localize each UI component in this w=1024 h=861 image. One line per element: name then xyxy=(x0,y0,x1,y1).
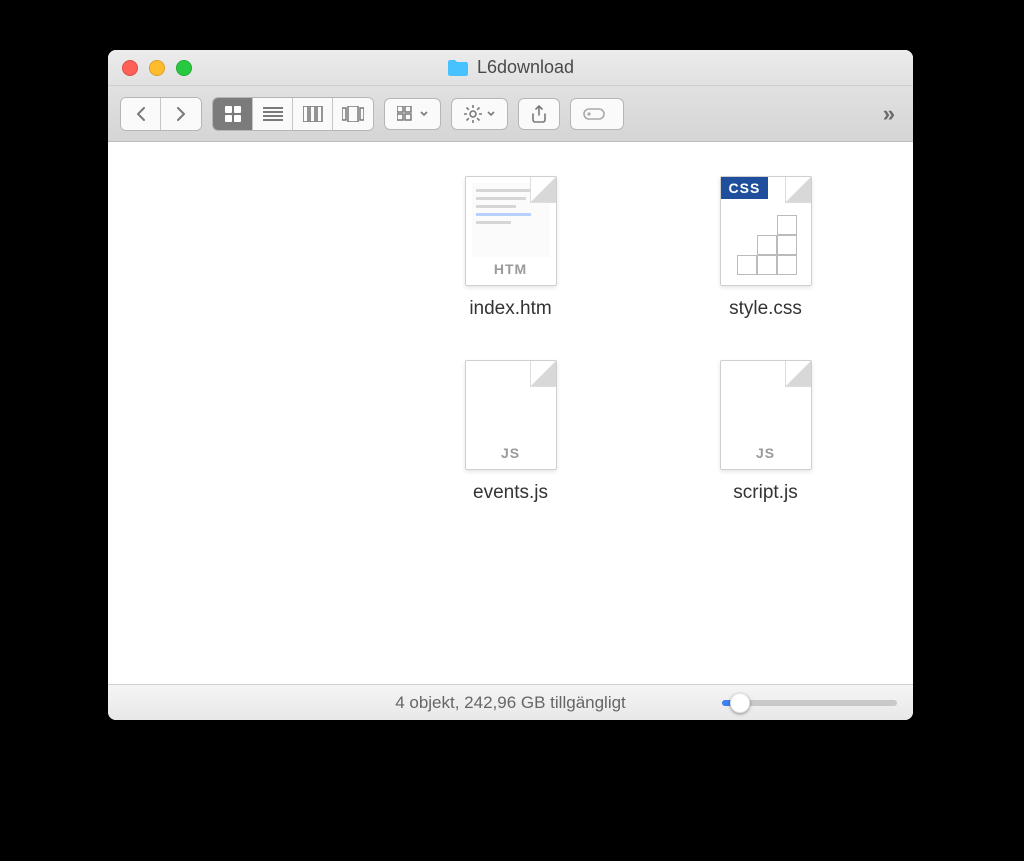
window-title: L6download xyxy=(108,57,913,78)
file-type-badge: JS xyxy=(501,445,520,461)
finder-window: L6download xyxy=(108,50,913,720)
arrange-icon xyxy=(397,106,415,122)
list-view-button[interactable] xyxy=(253,98,293,130)
tag-icon xyxy=(583,105,611,123)
file-type-badge: HTM xyxy=(494,261,527,277)
css-badge: CSS xyxy=(721,177,769,199)
file-grid[interactable]: HTM index.htm CSS xyxy=(108,142,913,684)
file-icon-js: JS xyxy=(465,360,557,470)
file-name: style.css xyxy=(729,298,802,320)
css-blocks-icon xyxy=(737,215,797,275)
file-icon-css: CSS xyxy=(720,176,812,286)
tags-button[interactable] xyxy=(570,98,624,130)
icon-view-button[interactable] xyxy=(213,98,253,130)
column-view-button[interactable] xyxy=(293,98,333,130)
file-name: events.js xyxy=(473,482,548,504)
forward-button[interactable] xyxy=(161,98,201,130)
share-button[interactable] xyxy=(518,98,560,130)
gear-icon xyxy=(464,105,482,123)
chevron-right-icon xyxy=(175,107,187,121)
icon-size-slider[interactable] xyxy=(722,700,897,706)
close-button[interactable] xyxy=(122,60,138,76)
window-title-text: L6download xyxy=(477,57,574,78)
list-icon xyxy=(263,107,283,121)
minimize-button[interactable] xyxy=(149,60,165,76)
view-mode-buttons xyxy=(212,97,374,131)
action-button[interactable] xyxy=(451,98,508,130)
file-item[interactable]: JS script.js xyxy=(666,360,866,504)
coverflow-icon xyxy=(342,106,364,122)
maximize-button[interactable] xyxy=(176,60,192,76)
nav-buttons xyxy=(120,97,202,131)
cover-flow-button[interactable] xyxy=(333,98,373,130)
status-bar: 4 objekt, 242,96 GB tillgängligt xyxy=(108,684,913,720)
file-name: index.htm xyxy=(469,298,551,320)
file-item[interactable]: HTM index.htm xyxy=(411,176,611,320)
title-bar[interactable]: L6download xyxy=(108,50,913,86)
file-icon-js: JS xyxy=(720,360,812,470)
chevron-left-icon xyxy=(135,107,147,121)
file-icon-htm: HTM xyxy=(465,176,557,286)
share-icon xyxy=(531,105,547,123)
chevron-down-icon xyxy=(487,111,495,117)
file-item[interactable]: JS events.js xyxy=(411,360,611,504)
file-name: script.js xyxy=(733,482,797,504)
arrange-button[interactable] xyxy=(384,98,441,130)
columns-icon xyxy=(303,106,323,122)
toolbar-overflow-button[interactable]: » xyxy=(877,101,901,127)
file-item[interactable]: CSS style.css xyxy=(666,176,866,320)
back-button[interactable] xyxy=(121,98,161,130)
grid-icon xyxy=(224,105,242,123)
toolbar: » xyxy=(108,86,913,142)
folder-icon xyxy=(447,59,469,77)
file-type-badge: JS xyxy=(756,445,775,461)
traffic-lights xyxy=(108,60,192,76)
slider-thumb[interactable] xyxy=(730,693,750,713)
chevron-down-icon xyxy=(420,111,428,117)
